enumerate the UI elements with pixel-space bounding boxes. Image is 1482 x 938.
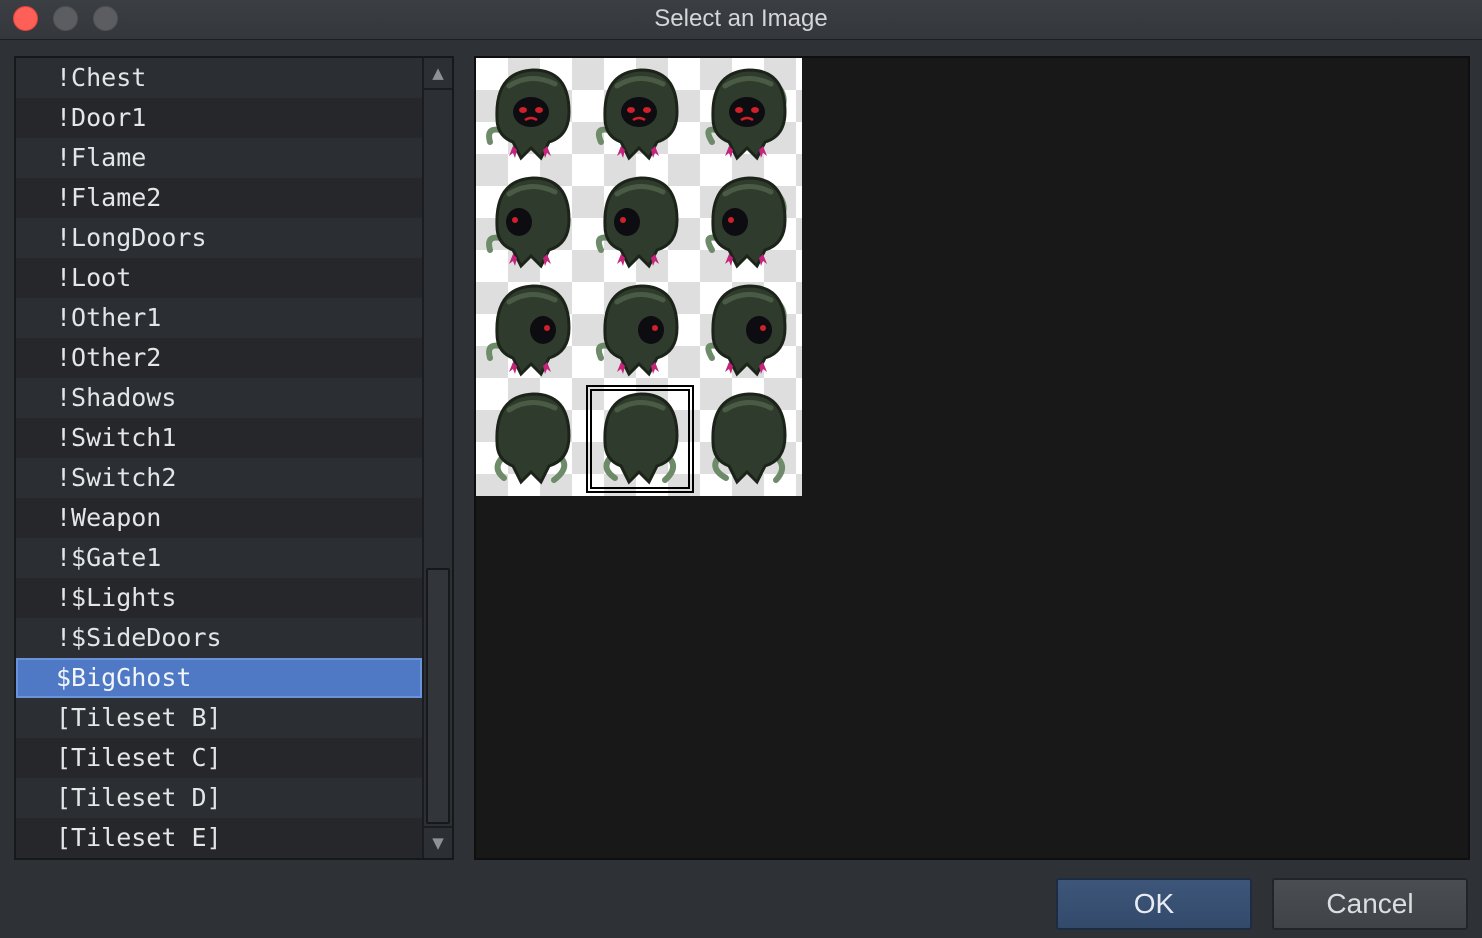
list-item[interactable]: !Switch1 xyxy=(16,418,422,458)
sprite-frame[interactable] xyxy=(585,276,693,384)
sprite-frame[interactable] xyxy=(693,60,801,168)
list-item[interactable]: !Weapon xyxy=(16,498,422,538)
sprite-frame[interactable] xyxy=(585,168,693,276)
list-item[interactable]: !Shadows xyxy=(16,378,422,418)
ghost-sprite-frame-image xyxy=(486,176,571,269)
list-item[interactable]: !LongDoors xyxy=(16,218,422,258)
sprite-frame[interactable] xyxy=(477,168,585,276)
sprite-frame[interactable] xyxy=(477,384,585,492)
ok-button[interactable]: OK xyxy=(1056,878,1252,930)
triangle-down-icon: ▼ xyxy=(432,834,444,852)
ghost-sprite-frame-image xyxy=(486,284,571,377)
file-list[interactable]: !Chest !Door1 !Flame !Flame2 !LongDoors !Loot… xyxy=(16,58,422,858)
file-list-panel: !Chest !Door1 !Flame !Flame2 !LongDoors !Loot… xyxy=(14,56,454,860)
list-item[interactable]: !$Gate1 xyxy=(16,538,422,578)
window-title: Select an Image xyxy=(654,5,828,32)
sprite-frame[interactable] xyxy=(693,276,801,384)
sprite-frame[interactable] xyxy=(585,60,693,168)
file-list-scrollbar[interactable]: ▲ ▼ xyxy=(422,58,452,858)
list-item[interactable]: !Flame xyxy=(16,138,422,178)
ghost-sprite-frame-image xyxy=(595,176,679,269)
ghost-sprite-frame-image xyxy=(705,284,787,377)
ghost-sprite-frame-image xyxy=(595,284,679,377)
list-item[interactable]: !Door1 xyxy=(16,98,422,138)
list-item[interactable]: !Switch2 xyxy=(16,458,422,498)
ghost-sprite-frame-image xyxy=(711,392,787,485)
ghost-sprite-frame-image xyxy=(595,68,679,161)
title-bar: Select an Image xyxy=(0,0,1482,40)
ghost-sprite-frame-image xyxy=(486,68,571,161)
list-item[interactable]: [Tileset E] xyxy=(16,818,422,858)
list-item[interactable]: !$Lights xyxy=(16,578,422,618)
ghost-sprite-frame-image xyxy=(705,68,787,161)
sprite-frame[interactable] xyxy=(477,276,585,384)
scroll-thumb[interactable] xyxy=(426,568,450,824)
image-preview-panel xyxy=(474,56,1470,860)
triangle-up-icon: ▲ xyxy=(432,64,444,82)
list-item[interactable]: $BigGhost xyxy=(16,658,422,698)
list-item[interactable]: [Tileset B] xyxy=(16,698,422,738)
ghost-sprite-frame-image xyxy=(494,392,571,485)
list-item[interactable]: !Flame2 xyxy=(16,178,422,218)
scroll-up-button[interactable]: ▲ xyxy=(424,58,452,90)
scroll-track[interactable] xyxy=(424,92,452,824)
list-item[interactable]: !Loot xyxy=(16,258,422,298)
list-item[interactable]: [Tileset C] xyxy=(16,738,422,778)
sprite-frame[interactable] xyxy=(693,168,801,276)
sprite-sheet[interactable] xyxy=(476,58,802,496)
sprite-frame[interactable] xyxy=(477,60,585,168)
list-item[interactable]: !$SideDoors xyxy=(16,618,422,658)
scroll-down-button[interactable]: ▼ xyxy=(424,826,452,858)
list-item[interactable]: !Other2 xyxy=(16,338,422,378)
list-item[interactable]: !Chest xyxy=(16,58,422,98)
list-item[interactable]: [Tileset D] xyxy=(16,778,422,818)
list-item[interactable]: !Other1 xyxy=(16,298,422,338)
sprite-frame[interactable] xyxy=(693,384,801,492)
cancel-button[interactable]: Cancel xyxy=(1272,878,1468,930)
ghost-sprite-frame-image xyxy=(603,392,679,485)
ghost-sprite-frame-image xyxy=(705,176,787,269)
selected-sprite-frame[interactable] xyxy=(585,384,694,493)
